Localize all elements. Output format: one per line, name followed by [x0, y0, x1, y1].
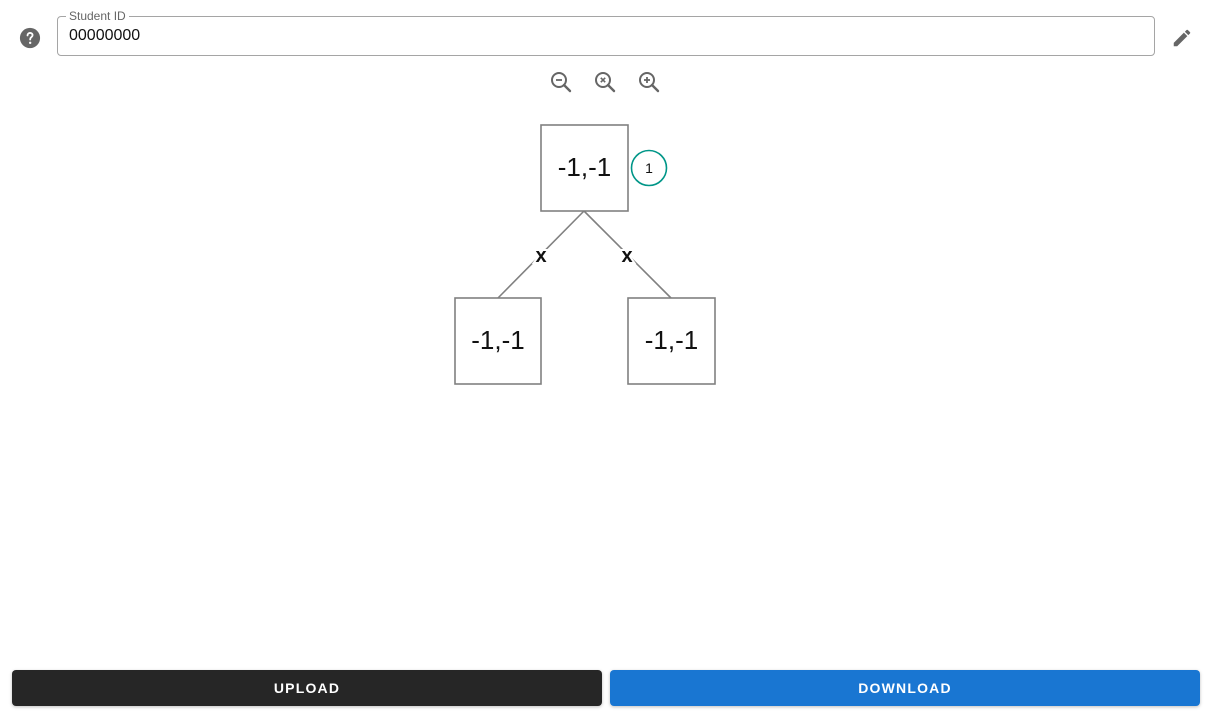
game-tree: x x -1,-1 1 -1,-1 -1,-1 — [454, 124, 716, 385]
app: Student ID Student ID x x — [0, 0, 1212, 718]
edge-label-right[interactable]: x — [619, 243, 634, 269]
tree-node-left[interactable]: -1,-1 — [454, 297, 542, 385]
tree-node-right[interactable]: -1,-1 — [627, 297, 716, 385]
player-badge-label: 1 — [645, 160, 653, 176]
left-node-label: -1,-1 — [471, 325, 524, 355]
download-button[interactable]: DOWNLOAD — [610, 670, 1200, 706]
upload-button[interactable]: UPLOAD — [12, 670, 602, 706]
tree-node-root[interactable]: -1,-1 — [540, 124, 629, 212]
right-node-label: -1,-1 — [645, 325, 698, 355]
player-badge[interactable]: 1 — [630, 149, 668, 187]
root-node-label: -1,-1 — [558, 152, 611, 182]
edge-label-left[interactable]: x — [533, 243, 548, 269]
